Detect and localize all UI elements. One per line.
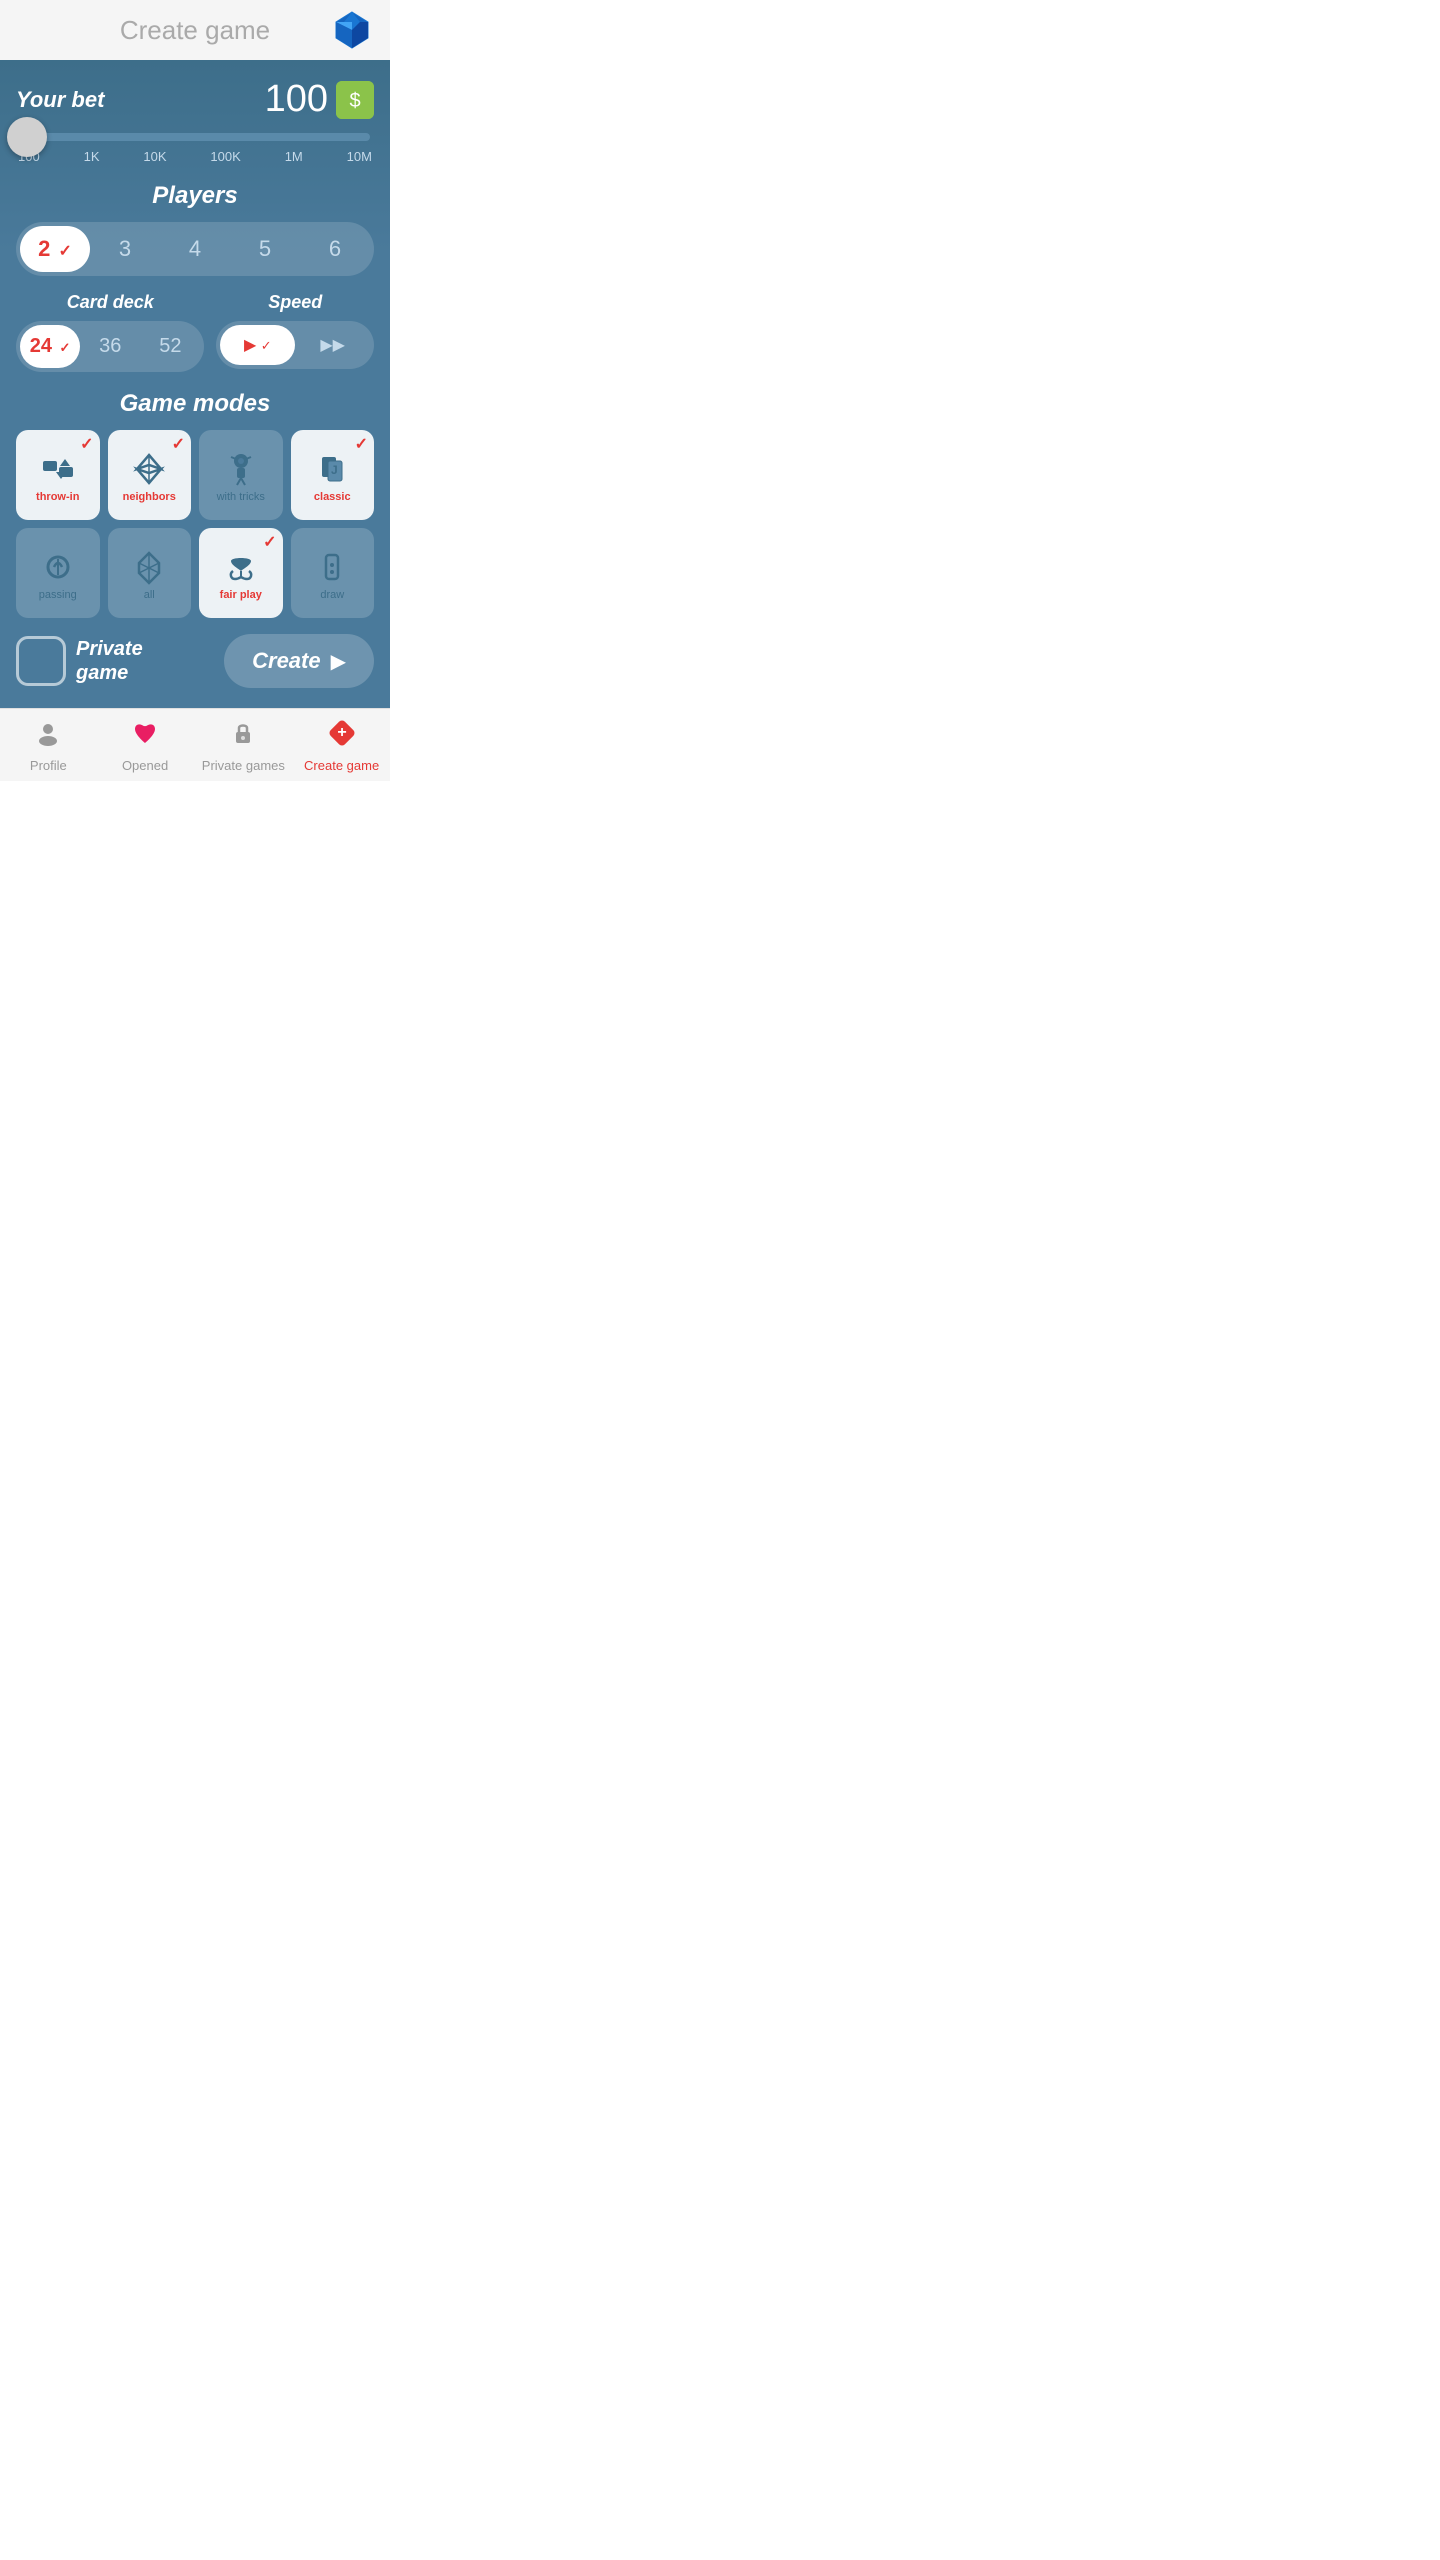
players-option-5[interactable]: 5 bbox=[230, 226, 300, 272]
deck-option-24[interactable]: 24 ✓ bbox=[20, 325, 80, 368]
svg-text:+: + bbox=[337, 724, 346, 741]
bet-value: 100 bbox=[265, 78, 328, 121]
neighbors-icon bbox=[131, 451, 167, 487]
players-option-4[interactable]: 4 bbox=[160, 226, 230, 272]
mode-all[interactable]: all bbox=[108, 528, 192, 618]
slider-mark-10k: 10K bbox=[143, 149, 166, 164]
nav-opened-label: Opened bbox=[122, 758, 168, 773]
bet-label: Your bet bbox=[16, 87, 104, 113]
speed-normal[interactable]: ▶ ✓ bbox=[220, 325, 295, 365]
mode-throw-in[interactable]: ✓ throw-in bbox=[16, 430, 100, 520]
throw-in-checkmark: ✓ bbox=[80, 434, 93, 454]
with-tricks-icon bbox=[223, 451, 259, 487]
nav-profile[interactable]: Profile bbox=[8, 719, 88, 773]
card-deck-label: Card deck bbox=[16, 292, 204, 313]
slider-mark-100k: 100K bbox=[210, 149, 240, 164]
mode-with-tricks[interactable]: with tricks bbox=[199, 430, 283, 520]
create-game-icon: + bbox=[328, 719, 356, 754]
fair-play-icon bbox=[223, 549, 259, 585]
bottom-actions-row: Private game Create ▶ bbox=[16, 634, 374, 688]
svg-text:J: J bbox=[331, 463, 338, 477]
private-game-checkbox[interactable] bbox=[16, 636, 66, 686]
throw-in-label: throw-in bbox=[36, 491, 79, 503]
draw-label: draw bbox=[320, 589, 344, 601]
nav-opened[interactable]: Opened bbox=[105, 719, 185, 773]
mode-classic[interactable]: ✓ J classic bbox=[291, 430, 375, 520]
passing-icon bbox=[40, 549, 76, 585]
deck-speed-row: Card deck 24 ✓ 36 52 Speed ▶ ✓ ▶▶ bbox=[16, 292, 374, 372]
all-icon bbox=[131, 549, 167, 585]
nav-profile-label: Profile bbox=[30, 758, 67, 773]
players-selector: 2 ✓ 3 4 5 6 bbox=[16, 222, 374, 276]
neighbors-checkmark: ✓ bbox=[172, 434, 185, 454]
deck-column: Card deck 24 ✓ 36 52 bbox=[16, 292, 204, 372]
slider-thumb[interactable] bbox=[7, 117, 47, 157]
draw-icon bbox=[314, 549, 350, 585]
game-modes-grid: ✓ throw-in ✓ neighbors bbox=[16, 430, 374, 618]
gem-icon bbox=[330, 8, 374, 52]
with-tricks-label: with tricks bbox=[217, 491, 265, 503]
all-label: all bbox=[144, 589, 155, 601]
mode-neighbors[interactable]: ✓ neighbors bbox=[108, 430, 192, 520]
players-option-3[interactable]: 3 bbox=[90, 226, 160, 272]
private-games-icon bbox=[229, 719, 257, 754]
slider-track bbox=[20, 133, 370, 141]
speed-selector: ▶ ✓ ▶▶ bbox=[216, 321, 374, 369]
classic-label: classic bbox=[314, 491, 351, 503]
classic-icon: J bbox=[314, 451, 350, 487]
nav-private-games-label: Private games bbox=[202, 758, 285, 773]
nav-create-game[interactable]: + Create game bbox=[302, 719, 382, 773]
mode-draw[interactable]: draw bbox=[291, 528, 375, 618]
mode-passing[interactable]: passing bbox=[16, 528, 100, 618]
mode-fair-play[interactable]: ✓ fair play bbox=[199, 528, 283, 618]
profile-icon bbox=[34, 719, 62, 754]
fair-play-checkmark: ✓ bbox=[263, 532, 276, 552]
passing-label: passing bbox=[39, 589, 77, 601]
slider-labels: 100 1K 10K 100K 1M 10M bbox=[16, 149, 374, 164]
bet-row: Your bet 100 $ bbox=[16, 78, 374, 121]
private-game-section: Private game bbox=[16, 636, 143, 686]
deck-option-36[interactable]: 36 bbox=[80, 325, 140, 368]
main-content: Your bet 100 $ 100 1K 10K 100K 1M 10M Pl… bbox=[0, 60, 390, 708]
bottom-nav: Profile Opened Private games + bbox=[0, 708, 390, 781]
throw-in-icon bbox=[40, 451, 76, 487]
neighbors-label: neighbors bbox=[123, 491, 176, 503]
create-button-arrow: ▶ bbox=[331, 649, 346, 674]
page-title: Create game bbox=[120, 15, 270, 46]
card-deck-selector: 24 ✓ 36 52 bbox=[16, 321, 204, 372]
speed-label: Speed bbox=[216, 292, 374, 313]
slider-mark-10m: 10M bbox=[347, 149, 372, 164]
deck-option-52[interactable]: 52 bbox=[140, 325, 200, 368]
nav-create-game-label: Create game bbox=[304, 758, 379, 773]
game-modes-title: Game modes bbox=[16, 390, 374, 418]
nav-private-games[interactable]: Private games bbox=[202, 719, 285, 773]
speed-fast[interactable]: ▶▶ bbox=[295, 325, 370, 365]
create-button[interactable]: Create ▶ bbox=[224, 634, 374, 688]
classic-checkmark: ✓ bbox=[355, 434, 368, 454]
players-title: Players bbox=[16, 182, 374, 210]
bet-slider[interactable]: 100 1K 10K 100K 1M 10M bbox=[16, 133, 374, 164]
header: Create game bbox=[0, 0, 390, 60]
svg-text:$: $ bbox=[349, 90, 360, 112]
slider-mark-1k: 1K bbox=[84, 149, 100, 164]
fair-play-label: fair play bbox=[220, 589, 262, 601]
opened-icon bbox=[131, 719, 159, 754]
players-option-6[interactable]: 6 bbox=[300, 226, 370, 272]
money-icon: $ bbox=[336, 81, 374, 119]
players-option-2[interactable]: 2 ✓ bbox=[20, 226, 90, 272]
slider-mark-1m: 1M bbox=[285, 149, 303, 164]
create-button-label: Create bbox=[252, 648, 320, 674]
bet-value-row: 100 $ bbox=[265, 78, 374, 121]
private-game-label: Private game bbox=[76, 637, 143, 685]
speed-column: Speed ▶ ✓ ▶▶ bbox=[216, 292, 374, 372]
